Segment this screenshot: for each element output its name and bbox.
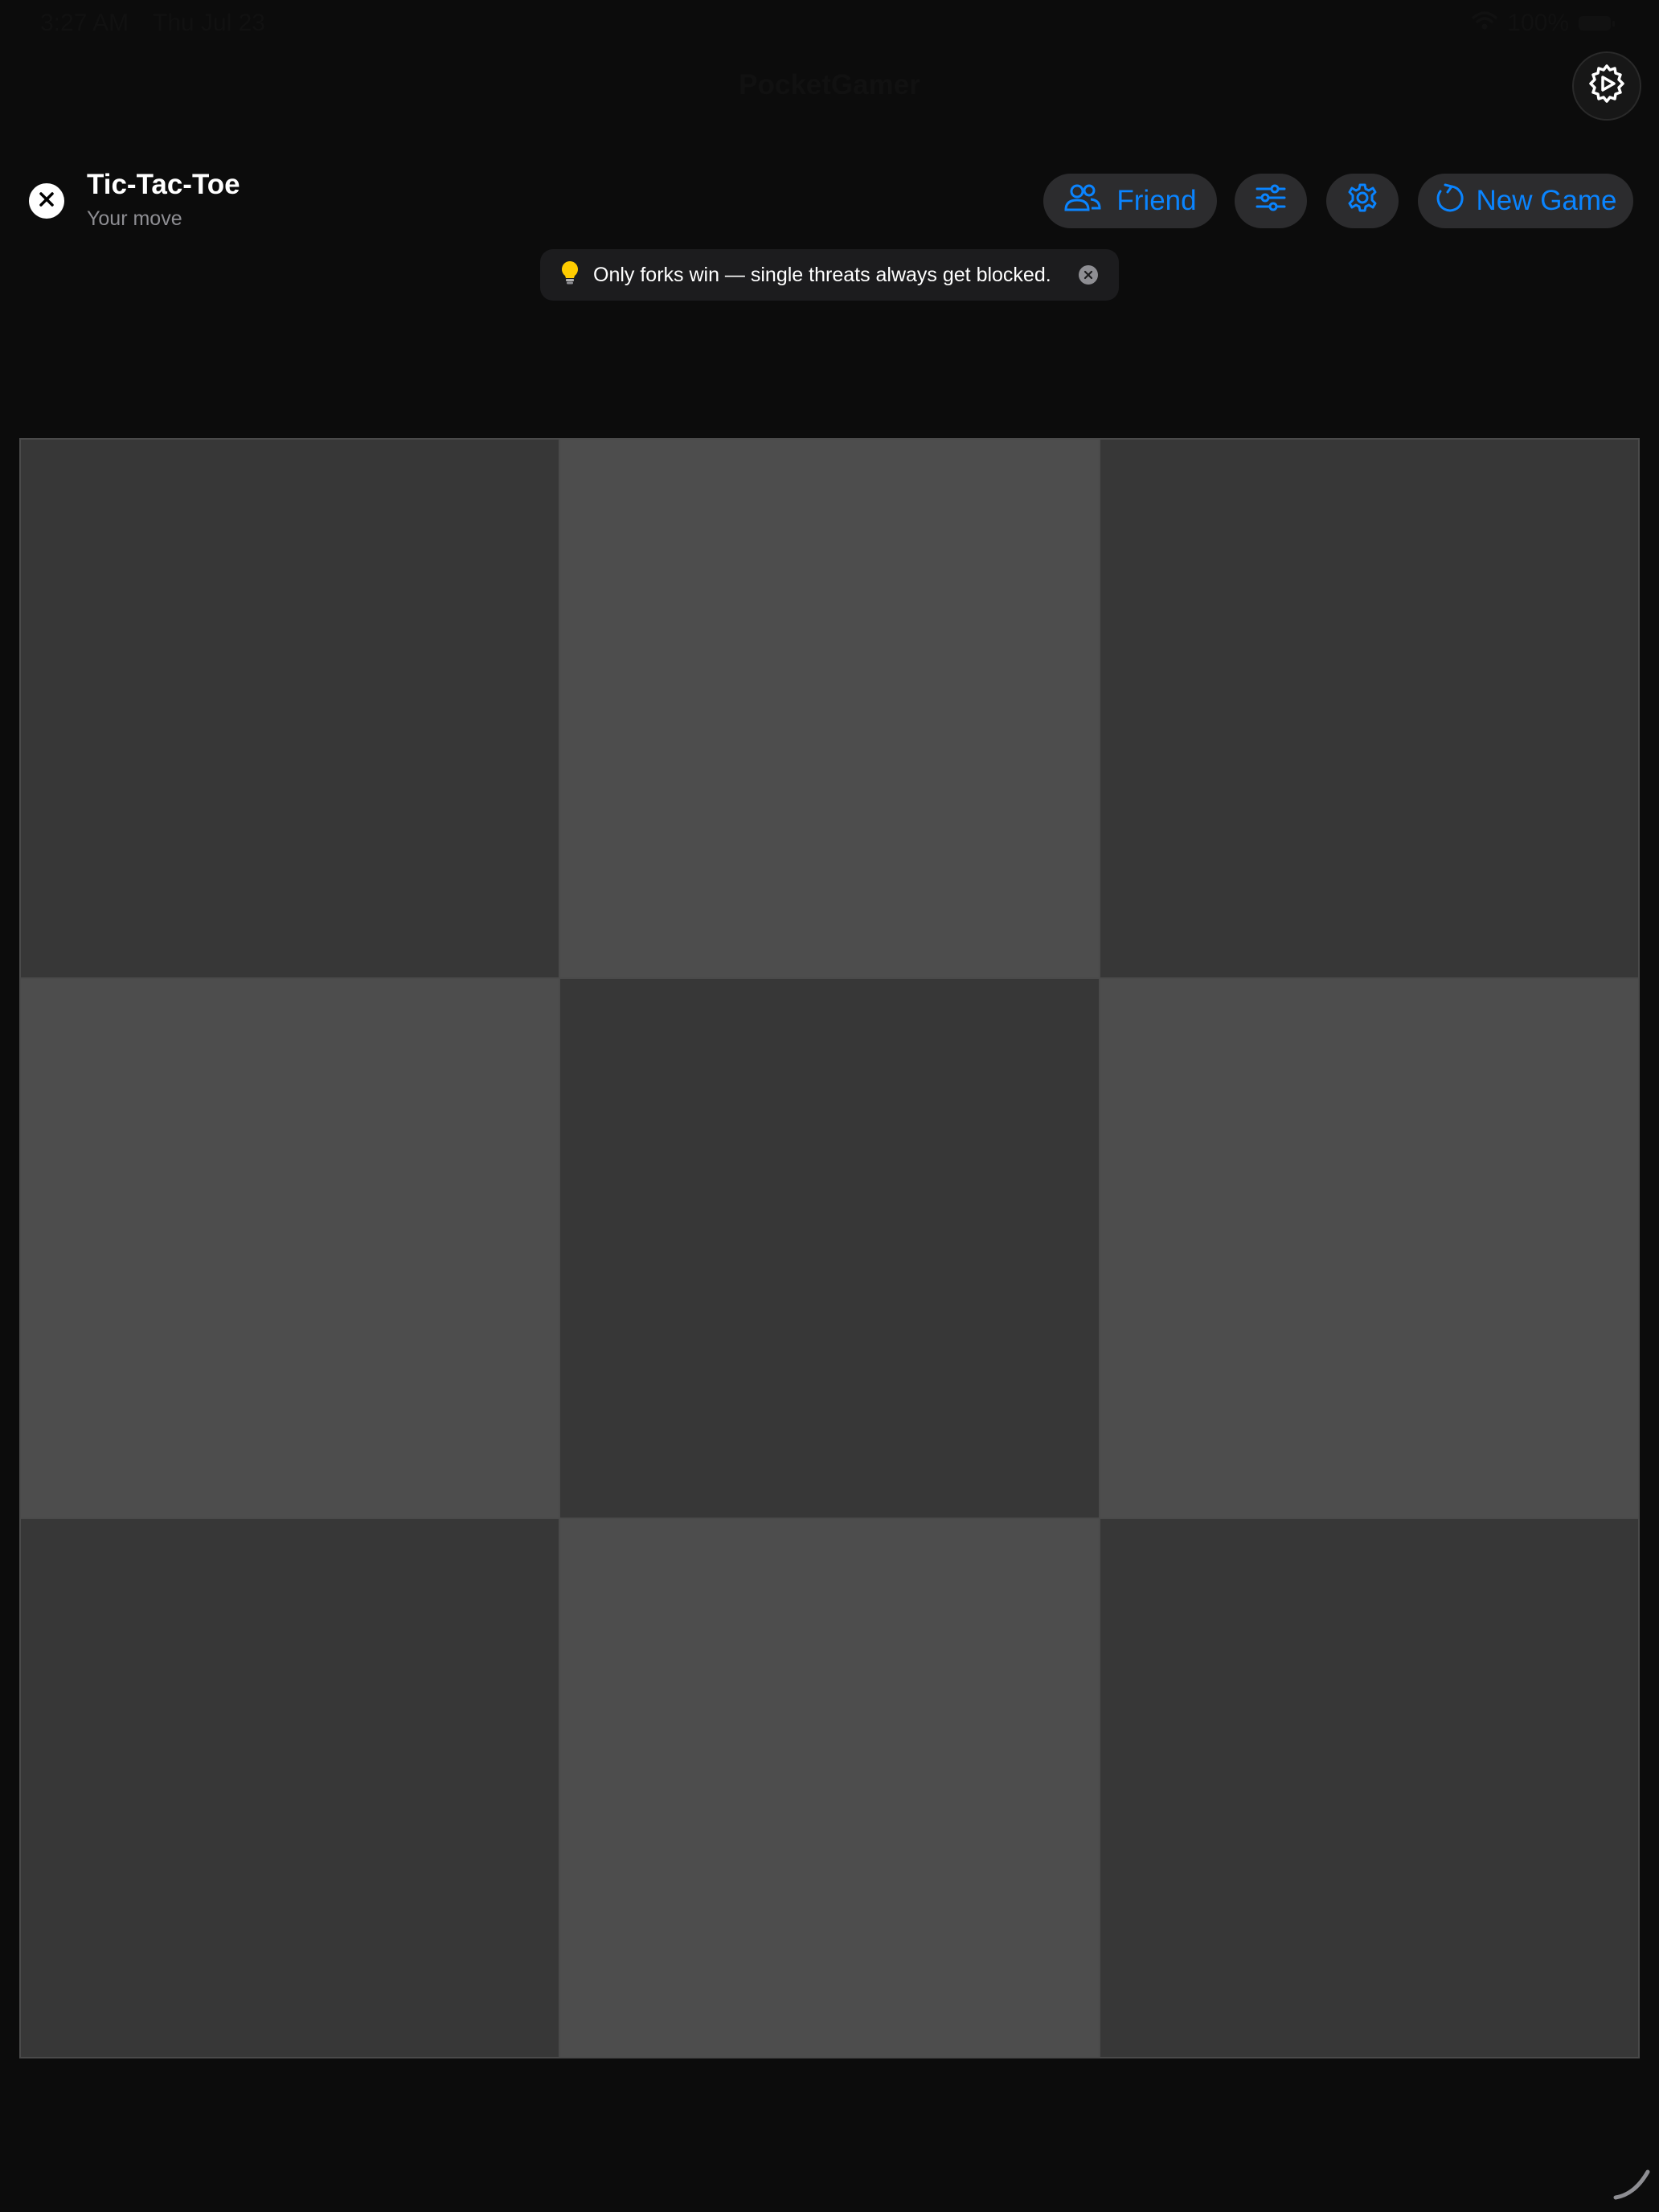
tic-tac-toe-board — [19, 438, 1640, 2058]
hint-banner: Only forks win — single threats always g… — [540, 249, 1119, 301]
board-cell-3-3[interactable] — [1099, 1518, 1639, 2058]
app-title: PocketGamer — [739, 69, 920, 100]
person-2-icon — [1063, 183, 1102, 219]
game-title: Tic-Tac-Toe — [87, 169, 240, 200]
board-cell-3-2[interactable] — [559, 1518, 1100, 2058]
game-settings-button[interactable] — [1326, 174, 1399, 228]
board-cell-1-1[interactable] — [20, 439, 560, 979]
close-icon — [38, 190, 55, 212]
game-status: Your move — [87, 207, 182, 230]
status-time: 3:27 AM — [40, 10, 129, 36]
status-date: Thu Jul 23 — [152, 10, 265, 36]
wifi-icon — [1472, 10, 1498, 37]
dismiss-hint-button[interactable] — [1079, 265, 1098, 285]
board-cell-3-1[interactable] — [20, 1518, 560, 2058]
new-game-label: New Game — [1476, 185, 1617, 216]
close-game-button[interactable] — [29, 183, 64, 219]
board-cell-2-3[interactable] — [1099, 978, 1639, 1518]
friend-label: Friend — [1116, 185, 1197, 216]
gear-play-icon — [1585, 63, 1628, 110]
battery-percent: 100% — [1507, 10, 1569, 36]
board-cell-1-2[interactable] — [559, 439, 1100, 979]
status-bar-right: 100% — [1472, 10, 1615, 37]
status-bar-time-date: 3:27 AM Thu Jul 23 — [40, 10, 283, 37]
hint-text: Only forks win — single threats always g… — [593, 263, 1051, 286]
app-settings-button[interactable] — [1572, 51, 1641, 121]
gear-icon — [1347, 182, 1378, 220]
resize-handle[interactable] — [1612, 2162, 1653, 2202]
friend-button[interactable]: Friend — [1043, 174, 1217, 228]
battery-icon — [1579, 16, 1615, 31]
options-button[interactable] — [1235, 174, 1307, 228]
lightbulb-icon — [561, 260, 579, 290]
sliders-icon — [1256, 184, 1286, 219]
board-cell-1-3[interactable] — [1099, 439, 1639, 979]
new-game-button[interactable]: New Game — [1418, 174, 1633, 228]
board-cell-2-2[interactable] — [559, 978, 1100, 1518]
refresh-icon — [1434, 182, 1464, 220]
board-cell-2-1[interactable] — [20, 978, 560, 1518]
